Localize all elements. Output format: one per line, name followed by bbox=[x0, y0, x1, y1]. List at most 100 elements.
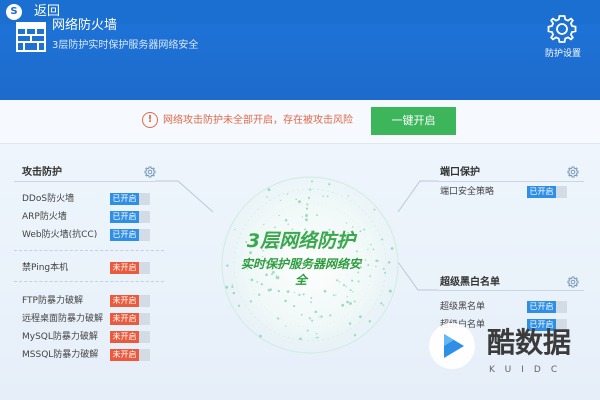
globe-dot bbox=[286, 193, 289, 195]
globe-dot bbox=[318, 316, 320, 318]
app-logo-icon[interactable]: S bbox=[6, 4, 22, 20]
globe-dot bbox=[381, 238, 384, 241]
globe-dot bbox=[309, 188, 312, 191]
globe-dot bbox=[347, 195, 350, 197]
globe-dot bbox=[373, 208, 376, 211]
mysql-brute-label: MySQL防暴力破解 bbox=[22, 332, 98, 342]
globe-dot bbox=[382, 267, 385, 270]
super-blacklist-label: 超级黑名单 bbox=[440, 302, 486, 312]
globe-dot bbox=[302, 293, 305, 296]
globe-dot bbox=[285, 325, 287, 327]
port-divider bbox=[438, 181, 584, 182]
globe-dot bbox=[301, 216, 304, 218]
globe-dot bbox=[277, 289, 280, 293]
globe-dot bbox=[349, 301, 352, 305]
disable-ping-toggle[interactable]: 未开启 bbox=[110, 262, 150, 274]
globe-dot bbox=[308, 317, 311, 320]
ftp-brute-label: FTP防暴力破解 bbox=[22, 296, 83, 306]
globe-dot bbox=[306, 329, 309, 332]
port-settings-gear-icon[interactable] bbox=[567, 166, 579, 178]
attack-settings-gear-icon[interactable] bbox=[144, 166, 156, 178]
web-firewall-toggle[interactable]: 已开启 bbox=[110, 229, 150, 241]
globe-dot bbox=[294, 291, 296, 294]
ddos-firewall-label: DDoS防火墙 bbox=[22, 194, 75, 204]
globe-dot bbox=[298, 200, 301, 204]
globe-dot bbox=[267, 188, 271, 192]
gear-icon[interactable] bbox=[546, 13, 578, 45]
globe-dot bbox=[314, 310, 318, 314]
globe-dot bbox=[237, 304, 241, 307]
blacklist-settings-gear-icon[interactable] bbox=[567, 276, 579, 288]
globe-dot bbox=[367, 264, 370, 267]
globe-dot bbox=[345, 222, 348, 224]
web-firewall-label: Web防火墙(抗CC) bbox=[22, 230, 98, 240]
header-banner bbox=[0, 24, 600, 100]
watermark-subtext: KUIDC bbox=[489, 365, 568, 375]
globe-dot bbox=[335, 294, 337, 296]
globe-dot bbox=[346, 296, 348, 298]
globe-dot bbox=[307, 196, 310, 199]
alert-text: 网络攻击防护未全部开启，存在被攻击风险 bbox=[163, 115, 353, 126]
globe-dot bbox=[284, 299, 287, 303]
globe-dot bbox=[286, 290, 290, 293]
globe-dot bbox=[326, 195, 329, 198]
super-blacklist-toggle[interactable]: 已开启 bbox=[527, 301, 567, 313]
globe-dot bbox=[372, 248, 375, 251]
globe-dot bbox=[232, 291, 236, 295]
globe-dot bbox=[311, 319, 314, 322]
globe-dot bbox=[317, 336, 319, 339]
mysql-brute-toggle[interactable]: 未开启 bbox=[110, 331, 150, 343]
page-title: 网络防火墙 bbox=[52, 18, 118, 33]
globe-dot bbox=[315, 337, 317, 339]
globe-dot bbox=[349, 289, 352, 292]
globe-dot bbox=[367, 249, 369, 251]
globe-dot bbox=[380, 302, 383, 305]
center-subline: 实时保护服务器网络安全 bbox=[240, 257, 361, 287]
globe-dot bbox=[225, 285, 229, 289]
attack-divider bbox=[14, 181, 155, 182]
port-protection-title: 端口保护 bbox=[440, 167, 480, 178]
globe-dot bbox=[295, 198, 298, 201]
globe-dot bbox=[315, 332, 318, 335]
globe-dot bbox=[293, 305, 296, 308]
globe-dot bbox=[284, 218, 288, 222]
globe-dot bbox=[384, 271, 387, 274]
globe-dot bbox=[323, 289, 327, 293]
globe-dot bbox=[329, 314, 332, 317]
globe-dot bbox=[368, 320, 371, 323]
globe-dot bbox=[390, 247, 394, 250]
one-click-enable-button[interactable]: 一键开启 bbox=[371, 107, 456, 135]
globe-dot bbox=[305, 207, 309, 210]
globe-dot bbox=[348, 322, 352, 325]
mssql-brute-toggle[interactable]: 未开启 bbox=[110, 349, 150, 361]
rdp-brute-toggle[interactable]: 未开启 bbox=[110, 313, 150, 325]
port-security-toggle[interactable]: 已开启 bbox=[527, 186, 567, 198]
globe-dot bbox=[388, 289, 392, 293]
center-headline: 3层网络防护 bbox=[246, 230, 356, 252]
globe-dot bbox=[369, 275, 371, 277]
globe-dot bbox=[278, 214, 280, 217]
globe-dot bbox=[322, 195, 324, 197]
watermark-logo-icon bbox=[429, 323, 475, 369]
globe-dot bbox=[287, 223, 289, 225]
globe-dot bbox=[387, 261, 391, 264]
arp-firewall-toggle[interactable]: 已开启 bbox=[110, 211, 150, 223]
ddos-firewall-toggle[interactable]: 已开启 bbox=[110, 193, 150, 205]
globe-dot bbox=[370, 243, 372, 246]
globe-dot bbox=[310, 296, 313, 299]
globe-dot bbox=[311, 180, 313, 183]
ftp-brute-toggle[interactable]: 未开启 bbox=[110, 295, 150, 307]
globe-dot bbox=[382, 304, 385, 307]
protection-settings-button[interactable]: 防护设置 bbox=[538, 48, 588, 60]
globe-dot bbox=[359, 315, 362, 319]
globe-dot bbox=[320, 315, 323, 318]
blacklist-title: 超级黑白名单 bbox=[440, 277, 500, 288]
globe-dot bbox=[352, 291, 354, 293]
globe-dot bbox=[375, 265, 377, 268]
mssql-brute-label: MSSQL防暴力破解 bbox=[22, 350, 99, 360]
globe-dot bbox=[310, 301, 312, 303]
globe-dot bbox=[249, 300, 252, 303]
globe-dot bbox=[304, 218, 308, 222]
globe-dot bbox=[266, 196, 268, 198]
section-divider bbox=[14, 250, 164, 251]
